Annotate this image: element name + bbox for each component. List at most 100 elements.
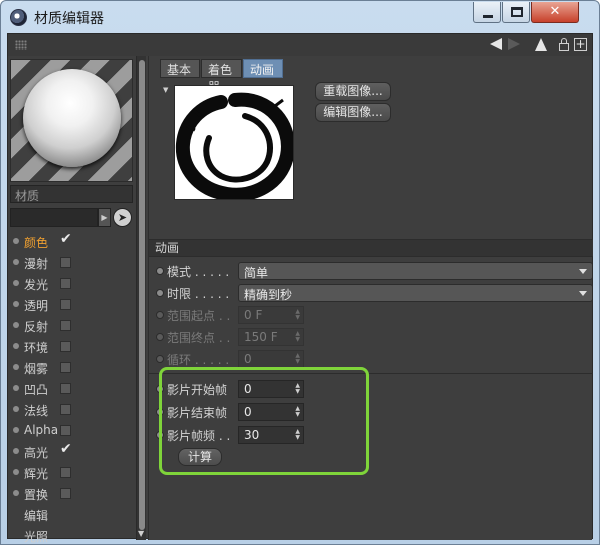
spinner-icon: ▲ ▼ xyxy=(295,330,300,343)
channel-checkbox[interactable]: ✔ xyxy=(60,442,72,456)
title-bar[interactable]: 材质编辑器 ✕ xyxy=(1,1,599,33)
channel-checkbox[interactable] xyxy=(60,425,71,436)
material-editor-window: 材质编辑器 ✕ + 材质 ▶ ➤ 颜色 ✔ 漫射 发光 透明 反射 环境 烟雾 xyxy=(0,0,600,545)
arrow-left-icon[interactable] xyxy=(490,38,502,50)
reload-image-button[interactable]: 重载图像... xyxy=(315,82,391,101)
channel-label: 颜色 xyxy=(24,236,49,250)
channel-item-displacement[interactable]: 置换 xyxy=(8,483,134,504)
range-start-field: 0 F ▲ ▼ xyxy=(238,306,304,324)
ink-circle-texture xyxy=(175,86,293,199)
lock-icon[interactable] xyxy=(559,38,569,51)
channel-list: 颜色 ✔ 漫射 发光 透明 反射 环境 烟雾 凹凸 法线 Alpha 高光 ✔ 辉光… xyxy=(8,231,134,546)
channel-checkbox[interactable] xyxy=(60,362,71,373)
channel-label: 发光 xyxy=(24,278,49,292)
channel-checkbox[interactable] xyxy=(60,257,71,268)
channel-label: Alpha xyxy=(24,423,59,437)
channel-label: 烟雾 xyxy=(24,362,49,376)
channel-item-bump[interactable]: 凹凸 xyxy=(8,378,134,399)
animate-dot-icon xyxy=(156,333,164,341)
close-button[interactable]: ✕ xyxy=(531,2,579,23)
left-scrollbar[interactable]: ▼ xyxy=(136,56,146,540)
field-value: 150 F xyxy=(244,330,278,344)
minimize-button[interactable] xyxy=(473,2,501,23)
channel-label: 凹凸 xyxy=(24,383,49,397)
preview-sphere xyxy=(23,69,121,167)
param-label: 时限 . . . . . xyxy=(167,287,230,301)
layer-dropdown-arrow-icon[interactable]: ▶ xyxy=(98,208,111,227)
material-preview[interactable] xyxy=(10,59,133,182)
layer-field[interactable] xyxy=(10,208,98,227)
channel-label: 透明 xyxy=(24,299,49,313)
channel-checkbox[interactable] xyxy=(60,383,71,394)
channel-checkbox[interactable] xyxy=(60,278,71,289)
new-window-plus-icon[interactable]: + xyxy=(574,38,587,51)
channel-label: 反射 xyxy=(24,320,49,334)
cinema4d-app-icon xyxy=(10,9,27,26)
section-title-animation: 动画 xyxy=(149,239,593,257)
channel-dot-icon xyxy=(13,406,19,412)
channel-checkbox[interactable] xyxy=(60,404,71,415)
arrow-right-icon[interactable] xyxy=(508,38,520,50)
field-value: 0 F xyxy=(244,308,263,322)
edit-image-button[interactable]: 编辑图像... xyxy=(315,103,391,122)
channel-label: 光照 xyxy=(24,530,49,544)
editor-client-area: + 材质 ▶ ➤ 颜色 ✔ 漫射 发光 透明 反射 环境 烟雾 凹凸 法线 Alp… xyxy=(7,33,593,544)
param-row-mode: 模式 . . . . . 简单 xyxy=(149,260,593,282)
attributes-panel: 基本 着色器 动画 ▼ 重载图像... 编辑图像... 动画 模式 . . . … xyxy=(148,56,593,540)
channel-item-alpha[interactable]: Alpha xyxy=(8,420,134,441)
minimize-icon xyxy=(483,15,493,18)
channel-dot-icon xyxy=(13,469,19,475)
scrollbar-thumb[interactable] xyxy=(139,60,145,530)
close-icon: ✕ xyxy=(549,4,561,19)
scroll-down-arrow-icon[interactable]: ▼ xyxy=(138,529,144,538)
maximize-button[interactable] xyxy=(502,2,530,23)
tab-basic[interactable]: 基本 xyxy=(160,59,200,78)
channel-item-reflection[interactable]: 反射 xyxy=(8,315,134,336)
toolbar-strip: + xyxy=(8,34,592,56)
channel-label: 环境 xyxy=(24,341,49,355)
material-name-field[interactable]: 材质 xyxy=(10,185,133,203)
channel-item-transparency[interactable]: 透明 xyxy=(8,294,134,315)
mode-dropdown[interactable]: 简单 xyxy=(238,262,593,280)
channel-dot-icon xyxy=(13,385,19,391)
grip-handle-icon[interactable] xyxy=(15,40,27,50)
channel-dot-icon xyxy=(13,448,19,454)
channel-dot-icon xyxy=(13,343,19,349)
channel-item-glow[interactable]: 辉光 xyxy=(8,462,134,483)
channel-checkbox[interactable] xyxy=(60,320,71,331)
channel-dot-icon xyxy=(13,259,19,265)
channel-label: 法线 xyxy=(24,404,49,418)
arrow-up-icon[interactable] xyxy=(535,38,547,51)
channel-item-luminance[interactable]: 发光 xyxy=(8,273,134,294)
channel-checkbox[interactable] xyxy=(60,299,71,310)
channel-item-diffusion[interactable]: 漫射 xyxy=(8,252,134,273)
channel-checkbox[interactable] xyxy=(60,488,71,499)
collapse-triangle-icon[interactable]: ▼ xyxy=(163,86,168,94)
channel-item-specular[interactable]: 高光 ✔ xyxy=(8,441,134,462)
channel-item-editor[interactable]: 编辑 xyxy=(8,504,134,525)
param-row-range-end: 范围终点 . . 150 F ▲ ▼ xyxy=(149,326,593,348)
arrow-cursor-icon[interactable]: ➤ xyxy=(113,208,132,227)
channel-dot-icon xyxy=(13,280,19,286)
param-row-range-start: 范围起点 . . 0 F ▲ ▼ xyxy=(149,304,593,326)
channel-checkbox[interactable] xyxy=(60,467,71,478)
tab-animation[interactable]: 动画 xyxy=(243,59,283,78)
param-row-timing: 时限 . . . . . 精确到秒 xyxy=(149,282,593,304)
param-label: 模式 . . . . . xyxy=(167,265,230,279)
channel-item-color[interactable]: 颜色 ✔ xyxy=(8,231,134,252)
channel-checkbox[interactable]: ✔ xyxy=(60,232,72,246)
loops-field: 0 ▲ ▼ xyxy=(238,350,304,368)
animate-dot-icon[interactable] xyxy=(156,289,164,297)
channel-dot-icon xyxy=(13,490,19,496)
param-label: 范围起点 . . xyxy=(167,309,231,323)
tab-shader[interactable]: 着色器 xyxy=(201,59,242,94)
channel-checkbox[interactable] xyxy=(60,341,71,352)
channel-item-environment[interactable]: 环境 xyxy=(8,336,134,357)
animate-dot-icon[interactable] xyxy=(156,267,164,275)
channel-item-normal[interactable]: 法线 xyxy=(8,399,134,420)
channel-dot-icon xyxy=(13,322,19,328)
channel-item-fog[interactable]: 烟雾 xyxy=(8,357,134,378)
texture-thumbnail[interactable] xyxy=(174,85,294,200)
timing-dropdown[interactable]: 精确到秒 xyxy=(238,284,593,302)
channel-item-illumination[interactable]: 光照 xyxy=(8,525,134,546)
